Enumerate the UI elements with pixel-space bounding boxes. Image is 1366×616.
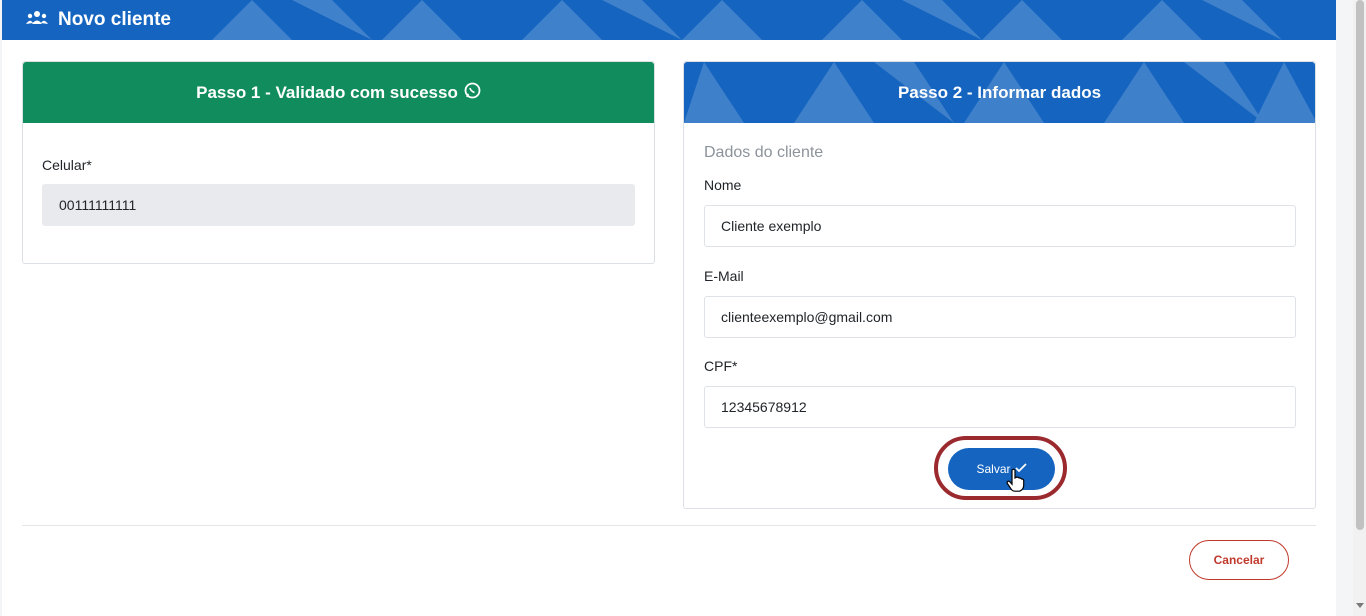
step1-header: Passo 1 - Validado com sucesso — [23, 62, 654, 123]
cancel-button[interactable]: Cancelar — [1189, 540, 1289, 580]
cpf-label: CPF* — [704, 358, 738, 374]
new-client-modal: Novo cliente Passo 1 - Validado com suce… — [2, 0, 1336, 616]
phone-label: Celular* — [42, 157, 92, 173]
client-data-section-title: Dados do cliente — [704, 144, 824, 161]
scrollbar-thumb[interactable] — [1356, 0, 1364, 530]
step2-header: Passo 2 - Informar dados — [684, 62, 1315, 123]
modal-title: Novo cliente — [58, 9, 171, 30]
email-field[interactable]: clienteexemplo@gmail.com — [704, 296, 1296, 338]
step1-card: Passo 1 - Validado com sucesso — [22, 61, 655, 264]
step2-header-label: Passo 2 - Informar dados — [897, 82, 1102, 102]
cpf-value: 12345678912 — [721, 399, 807, 415]
save-button[interactable]: Salvar — [948, 448, 1055, 490]
cancel-button-label: Cancelar — [1213, 553, 1265, 567]
phone-value: 00111111111 — [59, 197, 137, 213]
whatsapp-icon — [464, 82, 481, 104]
name-field[interactable]: Cliente exemplo — [704, 205, 1296, 247]
step1-header-label: Passo 1 - Validado com sucesso — [196, 82, 458, 102]
users-icon — [26, 10, 48, 31]
email-value: clienteexemplo@gmail.com — [721, 309, 893, 325]
hand-cursor-icon — [1006, 468, 1026, 497]
scroll-down-icon[interactable] — [1356, 603, 1364, 608]
footer-divider — [22, 525, 1316, 526]
page-scrollbar[interactable] — [1353, 0, 1366, 616]
page: Novo cliente Passo 1 - Validado com suce… — [0, 0, 1366, 616]
cpf-field[interactable]: 12345678912 — [704, 386, 1296, 428]
modal-titlebar: Novo cliente — [2, 0, 1336, 40]
phone-field[interactable]: 00111111111 — [42, 184, 635, 226]
name-label: Nome — [704, 177, 742, 193]
email-label: E-Mail — [704, 268, 744, 284]
name-value: Cliente exemplo — [721, 218, 822, 234]
